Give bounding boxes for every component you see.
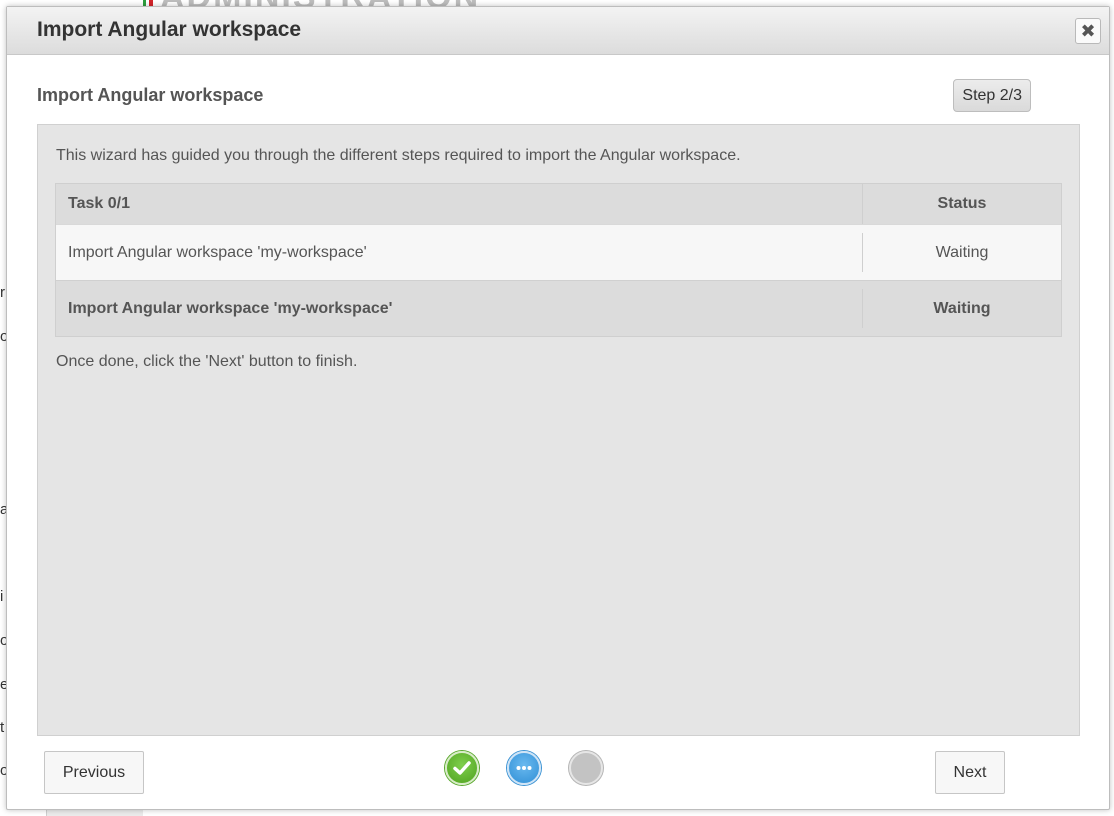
step-indicator-badge: Step 2/3 — [953, 79, 1031, 112]
table-header-row: Task 0/1 Status — [56, 184, 1061, 224]
circle-icon — [571, 753, 601, 783]
check-icon — [453, 761, 471, 775]
ellipsis-icon — [516, 766, 532, 770]
close-button[interactable]: ✖ — [1075, 18, 1101, 44]
previous-button[interactable]: Previous — [44, 751, 144, 794]
task-status-cell: Waiting — [862, 233, 1061, 272]
table-summary-row: Import Angular workspace 'my-workspace' … — [56, 280, 1061, 336]
intro-text: This wizard has guided you through the d… — [56, 147, 741, 164]
table-row: Import Angular workspace 'my-workspace' … — [56, 224, 1061, 280]
dialog-title: Import Angular workspace — [37, 18, 302, 41]
import-workspace-dialog: Import Angular workspace ✖ Import Angula… — [6, 6, 1110, 810]
summary-task-cell: Import Angular workspace 'my-workspace' — [68, 299, 393, 317]
wizard-subtitle: Import Angular workspace — [37, 85, 264, 105]
step-done-indicator — [445, 751, 479, 785]
wizard-step-progress — [445, 751, 607, 787]
wizard-content-panel: This wizard has guided you through the d… — [37, 124, 1080, 736]
dialog-titlebar[interactable]: Import Angular workspace ✖ — [7, 7, 1109, 55]
wizard-header: Import Angular workspace Step 2/3 — [37, 79, 1031, 115]
step-pending-indicator — [569, 751, 603, 785]
close-icon: ✖ — [1080, 21, 1096, 41]
step-current-indicator — [507, 751, 541, 785]
column-header-status: Status — [862, 184, 1061, 224]
column-header-task: Task 0/1 — [68, 195, 130, 212]
task-name-cell: Import Angular workspace 'my-workspace' — [68, 243, 367, 261]
tasks-table: Task 0/1 Status Import Angular workspace… — [55, 183, 1062, 337]
outro-text: Once done, click the 'Next' button to fi… — [56, 353, 358, 370]
next-button[interactable]: Next — [935, 751, 1005, 794]
summary-status-cell: Waiting — [862, 289, 1061, 328]
